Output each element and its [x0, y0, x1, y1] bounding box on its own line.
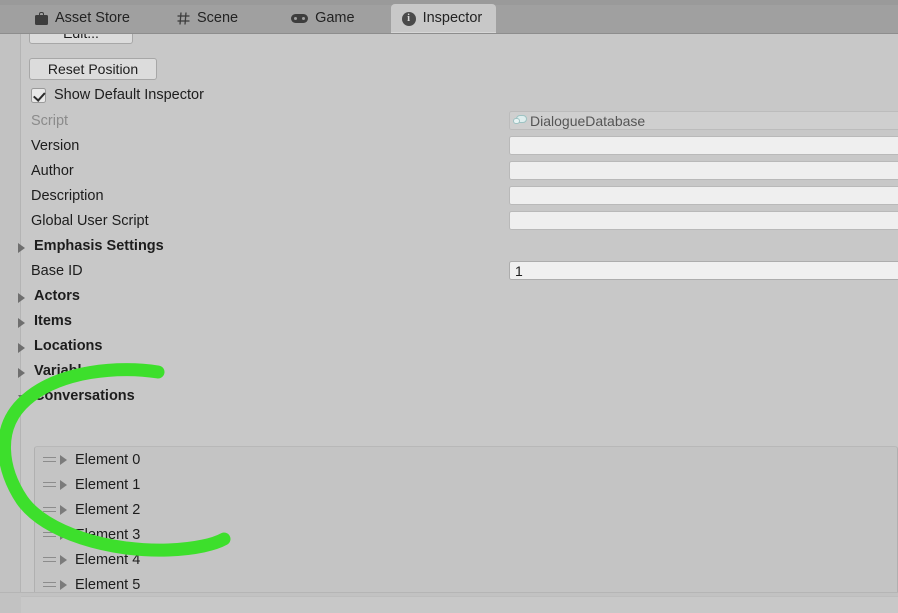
drag-handle-icon[interactable]: [43, 506, 57, 514]
foldout-actors[interactable]: Actors: [0, 285, 898, 310]
drag-handle-icon[interactable]: [43, 456, 57, 464]
tab-game-label: Game: [315, 10, 355, 27]
version-label: Version: [31, 138, 80, 154]
base-id-label: Base ID: [31, 263, 83, 279]
foldout-locations[interactable]: Locations: [0, 335, 898, 360]
chevron-right-icon[interactable]: [60, 529, 67, 540]
list-item-label: Element 5: [75, 576, 141, 593]
author-input[interactable]: [509, 161, 898, 180]
chevron-right-icon[interactable]: [60, 454, 67, 465]
drag-handle-icon[interactable]: [43, 481, 57, 489]
tab-scene-label: Scene: [196, 10, 239, 27]
show-default-inspector-row[interactable]: Show Default Inspector: [31, 85, 204, 105]
property-row-author: Author: [0, 160, 898, 185]
list-item[interactable]: Element 0: [35, 447, 897, 472]
script-label: Script: [31, 113, 69, 129]
unity-editor-window: Asset Store Scene Game i Inspector Reset…: [0, 0, 898, 613]
inspector-panel: Edit... Reset Position Show Default Insp…: [0, 34, 898, 613]
chevron-right-icon[interactable]: [18, 243, 25, 253]
actors-label: Actors: [34, 288, 80, 304]
foldout-conversations[interactable]: Conversations: [0, 385, 898, 410]
show-default-inspector-label: Show Default Inspector: [54, 87, 204, 103]
script-field-value: DialogueDatabase: [530, 112, 646, 129]
chevron-right-icon[interactable]: [18, 318, 25, 328]
foldout-items[interactable]: Items: [0, 310, 898, 335]
tab-scene[interactable]: Scene: [166, 4, 252, 33]
list-item[interactable]: Element 2: [35, 497, 897, 522]
list-item[interactable]: Element 4: [35, 547, 897, 572]
emphasis-settings-label: Emphasis Settings: [34, 238, 164, 254]
list-item[interactable]: Element 3: [35, 522, 897, 547]
chevron-right-icon[interactable]: [18, 293, 25, 303]
tab-game[interactable]: Game: [280, 4, 369, 33]
chevron-down-icon[interactable]: [18, 395, 28, 402]
drag-handle-icon[interactable]: [43, 556, 57, 564]
tab-asset-store-label: Asset Store: [55, 10, 130, 27]
global-user-script-label: Global User Script: [31, 213, 149, 229]
list-item-label: Element 1: [75, 476, 141, 493]
list-item-label: Element 0: [75, 451, 141, 468]
property-row-version: Version: [0, 135, 898, 160]
list-item[interactable]: Element 1: [35, 472, 897, 497]
conversations-list: Element 0 Element 1 Element 2 Element 3: [34, 446, 898, 613]
locations-label: Locations: [34, 338, 103, 354]
game-gamepad-icon: [291, 13, 309, 24]
list-item-label: Element 2: [75, 501, 141, 518]
global-user-script-input[interactable]: [509, 211, 898, 230]
property-row-global-user-script: Global User Script: [0, 210, 898, 235]
chevron-right-icon[interactable]: [60, 504, 67, 515]
editor-tab-bar: Asset Store Scene Game i Inspector: [0, 0, 898, 34]
script-field[interactable]: DialogueDatabase: [509, 111, 898, 130]
foldout-emphasis-settings[interactable]: Emphasis Settings: [0, 235, 898, 260]
chevron-right-icon[interactable]: [18, 343, 25, 353]
description-input[interactable]: [509, 186, 898, 205]
foldout-variables[interactable]: Variables: [0, 360, 898, 385]
tab-inspector[interactable]: i Inspector: [390, 4, 497, 33]
list-item-label: Element 3: [75, 526, 141, 543]
chevron-right-icon[interactable]: [60, 579, 67, 590]
show-default-inspector-checkbox[interactable]: [31, 87, 46, 103]
author-label: Author: [31, 163, 74, 179]
drag-handle-icon[interactable]: [43, 531, 57, 539]
reset-position-button[interactable]: Reset Position: [29, 58, 157, 80]
inspector-bottom-inner: [21, 596, 898, 613]
chevron-right-icon[interactable]: [18, 368, 25, 378]
tab-inspector-label: Inspector: [422, 10, 483, 27]
scene-grid-icon: [177, 12, 190, 25]
edit-button[interactable]: Edit...: [29, 34, 133, 44]
property-row-description: Description: [0, 185, 898, 210]
base-id-input[interactable]: 1: [509, 261, 898, 280]
items-label: Items: [34, 313, 72, 329]
base-id-value: 1: [515, 262, 523, 279]
asset-store-bag-icon: [35, 12, 48, 25]
property-row-script: Script DialogueDatabase: [0, 110, 898, 135]
list-item-label: Element 4: [75, 551, 141, 568]
drag-handle-icon[interactable]: [43, 581, 57, 589]
conversations-label: Conversations: [34, 388, 135, 404]
property-row-base-id: Base ID 1: [0, 260, 898, 285]
version-input[interactable]: [509, 136, 898, 155]
description-label: Description: [31, 188, 104, 204]
chevron-right-icon[interactable]: [60, 479, 67, 490]
chevron-right-icon[interactable]: [60, 554, 67, 565]
variables-label: Variables: [34, 363, 98, 379]
tab-asset-store[interactable]: Asset Store: [24, 4, 144, 33]
inspector-info-icon: i: [401, 11, 416, 26]
script-asset-icon: [513, 115, 527, 126]
